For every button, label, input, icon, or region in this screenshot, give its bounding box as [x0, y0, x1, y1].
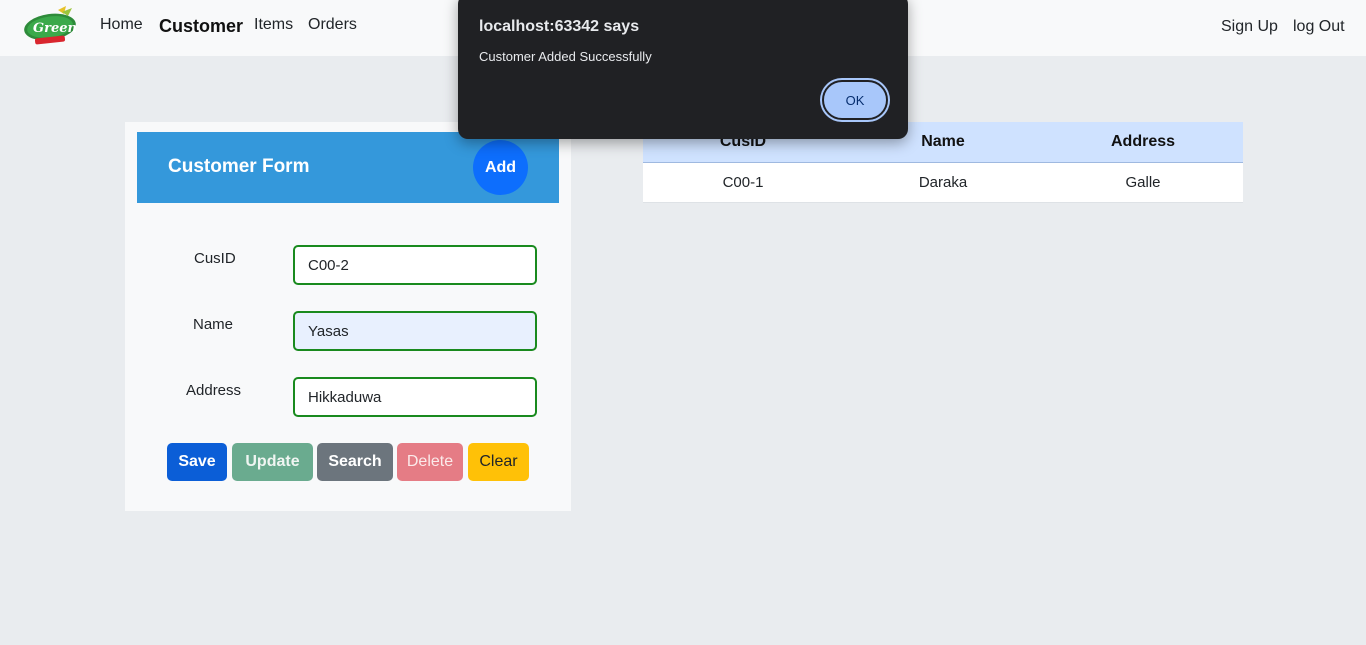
save-button[interactable]: Save	[167, 443, 227, 481]
table-cell-cusid: C00-1	[722, 174, 764, 191]
update-button[interactable]: Update	[232, 443, 313, 481]
clear-button[interactable]: Clear	[468, 443, 529, 481]
name-input[interactable]: Yasas	[293, 311, 537, 351]
ok-button[interactable]: OK	[822, 80, 888, 120]
brand-logo[interactable]: Green	[22, 6, 80, 46]
delete-button[interactable]: Delete	[397, 443, 463, 481]
address-input[interactable]: Hikkaduwa	[293, 377, 537, 417]
dialog-title: localhost:63342 says	[479, 18, 640, 35]
dialog-message: Customer Added Successfully	[479, 49, 652, 64]
table-cell-name: Daraka	[918, 174, 968, 191]
column-header-address[interactable]: Address	[1043, 122, 1243, 162]
cusid-label: CusID	[194, 250, 236, 267]
address-label: Address	[186, 382, 242, 399]
nav-customer[interactable]: Customer	[159, 16, 243, 37]
cusid-input[interactable]: C00-2	[293, 245, 537, 285]
table-cell-address: Galle	[1125, 174, 1161, 191]
alert-dialog: localhost:63342 says Customer Added Succ…	[458, 0, 908, 139]
nav-orders[interactable]: Orders	[308, 16, 357, 34]
customer-form-card: Customer Form Add CusID C00-2 Name Yasas…	[125, 122, 571, 511]
table-row[interactable]: C00-1 Daraka Galle	[643, 163, 1243, 203]
nav-items[interactable]: Items	[254, 16, 293, 34]
name-label: Name	[193, 316, 234, 333]
form-header: Customer Form Add	[137, 132, 559, 203]
add-button[interactable]: Add	[473, 140, 528, 195]
search-button[interactable]: Search	[317, 443, 393, 481]
nav-log-out[interactable]: log Out	[1293, 18, 1345, 36]
nav-home[interactable]: Home	[100, 16, 143, 34]
form-title: Customer Form	[168, 156, 310, 177]
nav-sign-up[interactable]: Sign Up	[1221, 18, 1278, 36]
svg-text:Green: Green	[33, 21, 77, 36]
